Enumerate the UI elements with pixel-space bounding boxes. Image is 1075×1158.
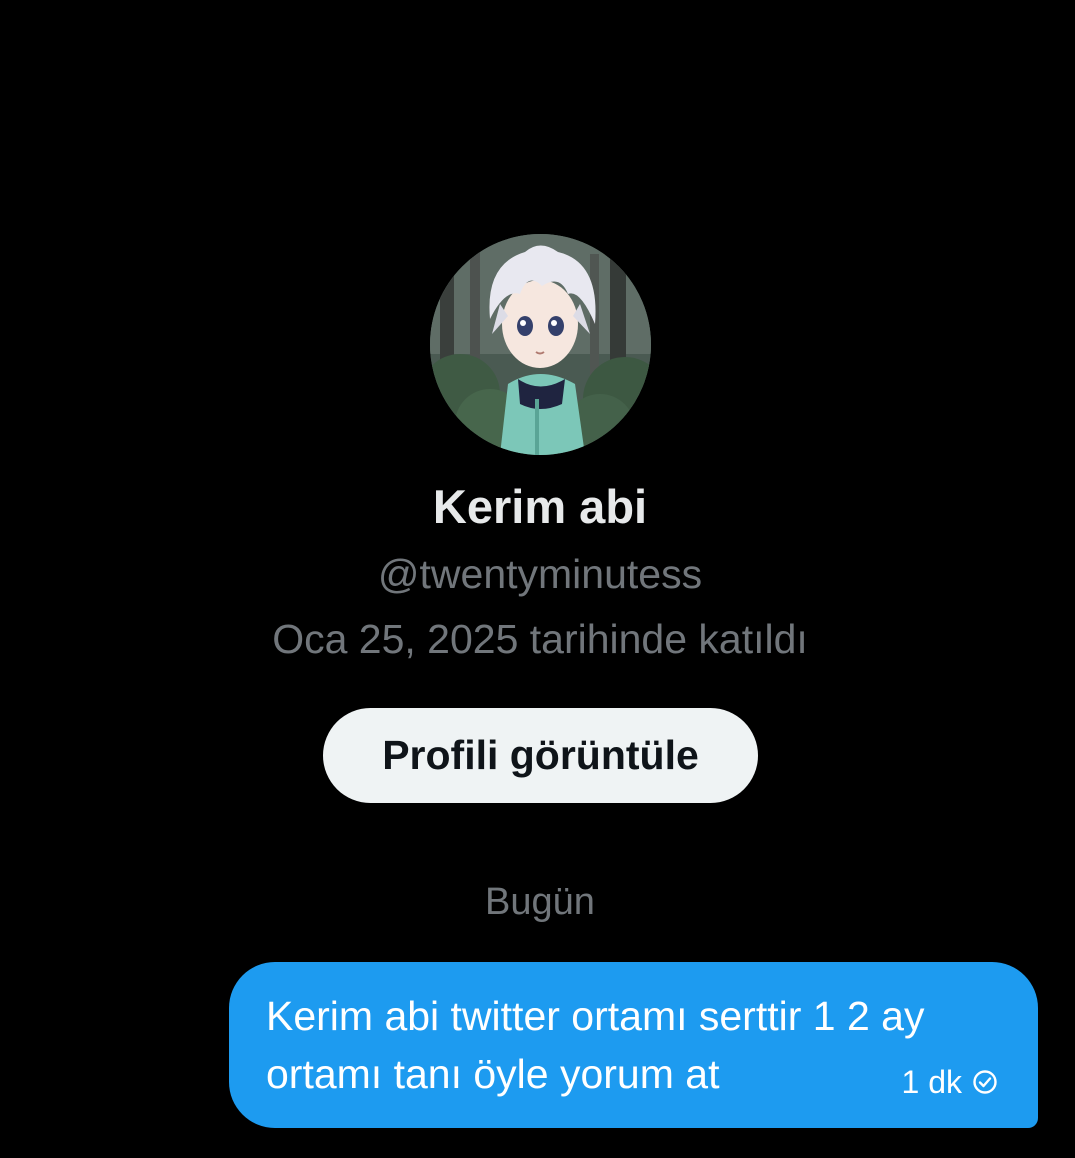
message-meta: 1 dk [902, 1062, 998, 1102]
avatar[interactable] [430, 234, 651, 455]
joined-date: Oca 25, 2025 tarihinde katıldı [272, 616, 808, 662]
message-bubble[interactable]: Kerim abi twitter ortamı serttir 1 2 ay … [229, 962, 1038, 1128]
message-text: Kerim abi twitter ortamı serttir 1 2 ay … [266, 993, 925, 1097]
day-divider: Bugün [485, 881, 595, 923]
message-time: 1 dk [901, 1064, 962, 1100]
sent-check-icon [972, 1069, 998, 1095]
profile-handle: @twentyminutess [377, 551, 703, 597]
anime-avatar-image [430, 234, 651, 455]
view-profile-button[interactable]: Profili görüntüle [323, 708, 758, 803]
profile-name: Kerim abi [432, 480, 648, 533]
